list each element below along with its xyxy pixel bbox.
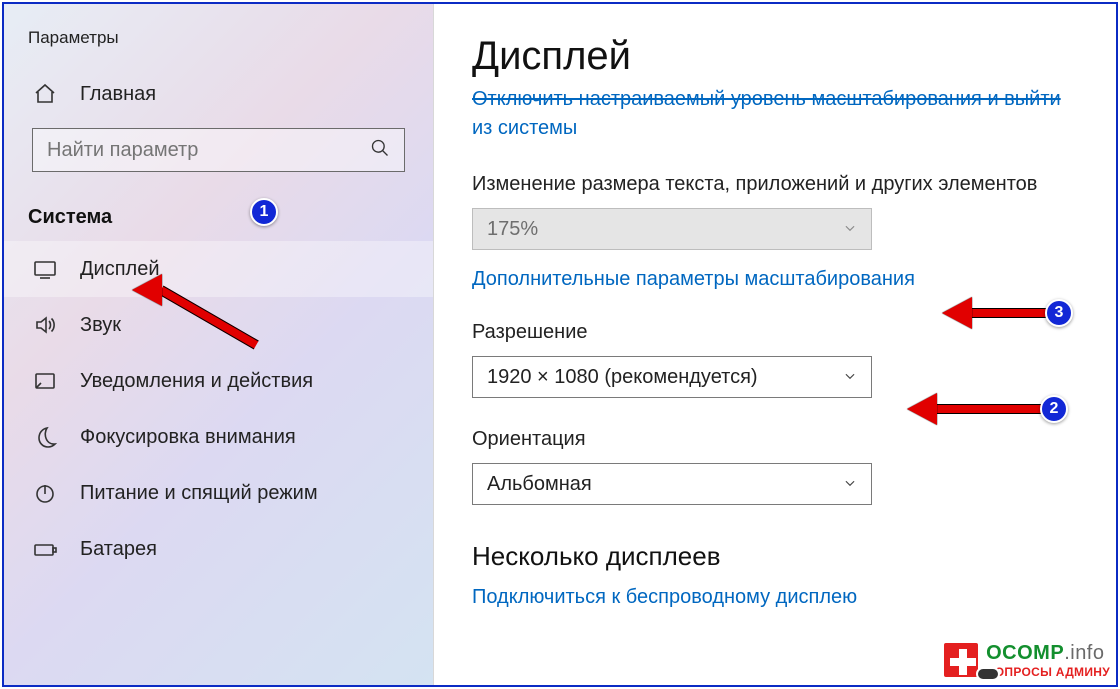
advanced-scaling-link[interactable]: Дополнительные параметры масштабирования bbox=[472, 268, 1078, 291]
chevron-down-icon bbox=[843, 366, 857, 389]
watermark-text: OCOMP.info ВОПРОСЫ АДМИНУ bbox=[986, 642, 1110, 679]
watermark-suffix: .info bbox=[1064, 642, 1104, 664]
battery-icon bbox=[32, 537, 58, 561]
annotation-arrow-3-head bbox=[942, 297, 972, 329]
link-line1: Отключить настраиваемый уровень масштаби… bbox=[472, 88, 1061, 110]
annotation-badge-2: 2 bbox=[1040, 395, 1068, 423]
search-box[interactable] bbox=[32, 128, 405, 172]
watermark-logo bbox=[942, 641, 980, 679]
annotation-arrow-2-head bbox=[907, 393, 937, 425]
scale-dropdown: 175% bbox=[472, 208, 872, 250]
search-wrap bbox=[4, 122, 433, 182]
sidebar-item-notifications[interactable]: Уведомления и действия bbox=[4, 353, 433, 409]
plus-icon bbox=[942, 641, 980, 679]
sidebar: Параметры Главная Система Дисплей bbox=[4, 4, 434, 685]
watermark-brand: OCOMP bbox=[986, 642, 1064, 664]
sidebar-item-battery[interactable]: Батарея bbox=[4, 521, 433, 577]
disable-scaling-link[interactable]: Отключить настраиваемый уровень масштаби… bbox=[472, 85, 1078, 143]
main-panel: Дисплей Отключить настраиваемый уровень … bbox=[434, 4, 1116, 685]
watermark: OCOMP.info ВОПРОСЫ АДМИНУ bbox=[942, 641, 1110, 679]
multi-display-heading: Несколько дисплеев bbox=[472, 541, 1078, 572]
resolution-value: 1920 × 1080 (рекомендуется) bbox=[487, 366, 758, 389]
chevron-down-icon bbox=[843, 473, 857, 496]
sidebar-item-label: Фокусировка внимания bbox=[80, 426, 296, 449]
annotation-badge-3: 3 bbox=[1045, 299, 1073, 327]
wireless-display-link[interactable]: Подключиться к беспроводному дисплею bbox=[472, 586, 1078, 609]
moon-icon bbox=[32, 425, 58, 449]
sidebar-item-focus[interactable]: Фокусировка внимания bbox=[4, 409, 433, 465]
sidebar-item-label: Уведомления и действия bbox=[80, 370, 313, 393]
orientation-value: Альбомная bbox=[487, 473, 592, 496]
annotation-arrow-2-shaft bbox=[936, 404, 1041, 414]
resolution-dropdown[interactable]: 1920 × 1080 (рекомендуется) bbox=[472, 356, 872, 398]
scale-value: 175% bbox=[487, 218, 538, 241]
app-title: Параметры bbox=[4, 12, 433, 66]
search-input[interactable] bbox=[47, 139, 339, 162]
mouse-icon bbox=[976, 667, 1000, 681]
sidebar-item-display[interactable]: Дисплей bbox=[4, 241, 433, 297]
sound-icon bbox=[32, 313, 58, 337]
orientation-dropdown[interactable]: Альбомная bbox=[472, 463, 872, 505]
annotation-badge-1: 1 bbox=[250, 198, 278, 226]
link-line2: из системы bbox=[472, 117, 577, 139]
page-title: Дисплей bbox=[472, 34, 1078, 79]
nav-home-label: Главная bbox=[80, 83, 156, 106]
chevron-down-icon bbox=[843, 218, 857, 241]
orientation-label: Ориентация bbox=[472, 428, 1078, 451]
sidebar-item-label: Питание и спящий режим bbox=[80, 482, 318, 505]
settings-window: Параметры Главная Система Дисплей bbox=[2, 2, 1118, 687]
sidebar-item-label: Звук bbox=[80, 314, 121, 337]
scale-label: Изменение размера текста, приложений и д… bbox=[472, 173, 1078, 196]
watermark-tagline: ВОПРОСЫ АДМИНУ bbox=[986, 665, 1110, 679]
sidebar-item-label: Батарея bbox=[80, 538, 157, 561]
home-icon bbox=[32, 82, 58, 106]
sidebar-section-system: Система bbox=[4, 182, 433, 241]
resolution-label: Разрешение bbox=[472, 321, 1078, 344]
sidebar-item-power[interactable]: Питание и спящий режим bbox=[4, 465, 433, 521]
search-icon bbox=[370, 138, 390, 163]
notifications-icon bbox=[32, 369, 58, 393]
annotation-arrow-1-head bbox=[132, 274, 162, 306]
display-icon bbox=[32, 257, 58, 281]
nav-home[interactable]: Главная bbox=[4, 66, 433, 122]
annotation-arrow-3-shaft bbox=[971, 308, 1046, 318]
power-icon bbox=[32, 481, 58, 505]
